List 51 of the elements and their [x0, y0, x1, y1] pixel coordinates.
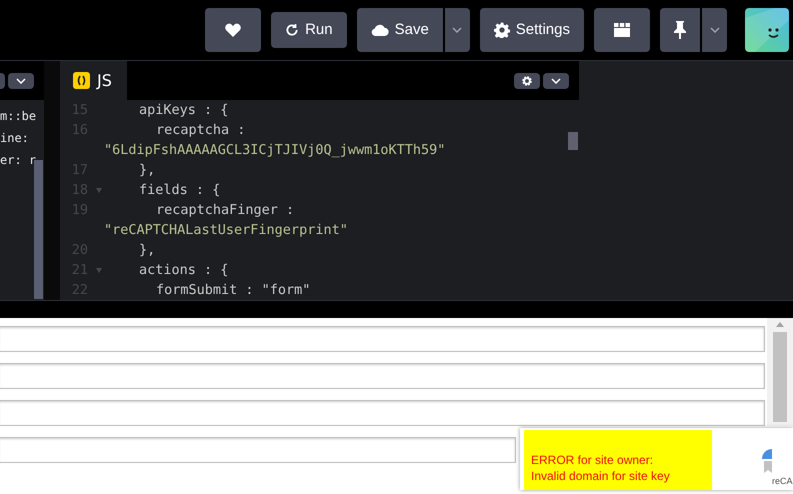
chevron-down-icon [551, 78, 561, 84]
fold-triangle-icon[interactable] [96, 188, 102, 192]
input-field[interactable] [0, 363, 765, 389]
recaptcha-logo-icon [760, 448, 772, 472]
braces-icon [73, 72, 90, 89]
refresh-icon [285, 23, 300, 37]
layout-button[interactable] [594, 8, 650, 52]
scrollbar-thumb [568, 132, 578, 150]
run-button[interactable]: Run [271, 12, 347, 48]
settings-icon [494, 22, 510, 38]
scroll-up-icon[interactable] [776, 322, 784, 327]
cloud-icon [370, 24, 389, 36]
heart-button[interactable] [205, 8, 262, 52]
code-text: recaptchaFinger : [155, 201, 294, 220]
code-text: }, [138, 161, 156, 180]
pin-icon [674, 21, 686, 39]
avatar-icon[interactable] [745, 8, 789, 52]
dropdown-button[interactable] [444, 8, 470, 52]
input-field[interactable] [0, 437, 516, 463]
code-fragment: ine: [0, 130, 29, 147]
layout-icon [614, 23, 630, 37]
code-string: "reCAPTCHALastUserFingerprint" [103, 221, 348, 240]
save-button[interactable]: Save [356, 8, 443, 52]
error-message: ERROR for site owner: [531, 452, 654, 468]
code-string: "6LdipFshAAAAAGCL3ICjTJIVj0Q_jwwm1oKTTh59" [103, 141, 446, 160]
chevron-down-icon [452, 27, 462, 33]
tab-label: JS [97, 70, 112, 92]
heart-icon [225, 23, 242, 37]
code-text: formSubmit : "form" [155, 281, 310, 300]
code-fragment: m::be [0, 108, 36, 125]
code-text: actions : { [138, 261, 228, 280]
fold-triangle-icon[interactable] [96, 268, 102, 272]
panel-dropdown-button[interactable] [543, 72, 569, 88]
panel-button[interactable] [0, 72, 5, 88]
code-text: }, [138, 241, 156, 260]
input-field[interactable] [0, 400, 765, 426]
code-text: fields : { [138, 181, 220, 200]
code-text: apiKeys : { [138, 101, 228, 120]
settings-icon [522, 76, 532, 86]
code-fragment: er: r [0, 152, 36, 169]
chevron-down-icon [16, 78, 26, 84]
settings-button[interactable]: Settings [480, 8, 584, 52]
code-text: recaptcha : [155, 121, 246, 140]
resize-handle[interactable] [44, 61, 60, 300]
panel-dropdown-button[interactable] [8, 72, 34, 88]
input-field[interactable] [0, 326, 765, 352]
error-message: Invalid domain for site key [531, 468, 670, 484]
chevron-down-icon [710, 27, 720, 33]
pin-button[interactable] [660, 8, 700, 52]
settings-button[interactable] [514, 72, 540, 88]
recaptcha-label: reCA [772, 474, 793, 488]
